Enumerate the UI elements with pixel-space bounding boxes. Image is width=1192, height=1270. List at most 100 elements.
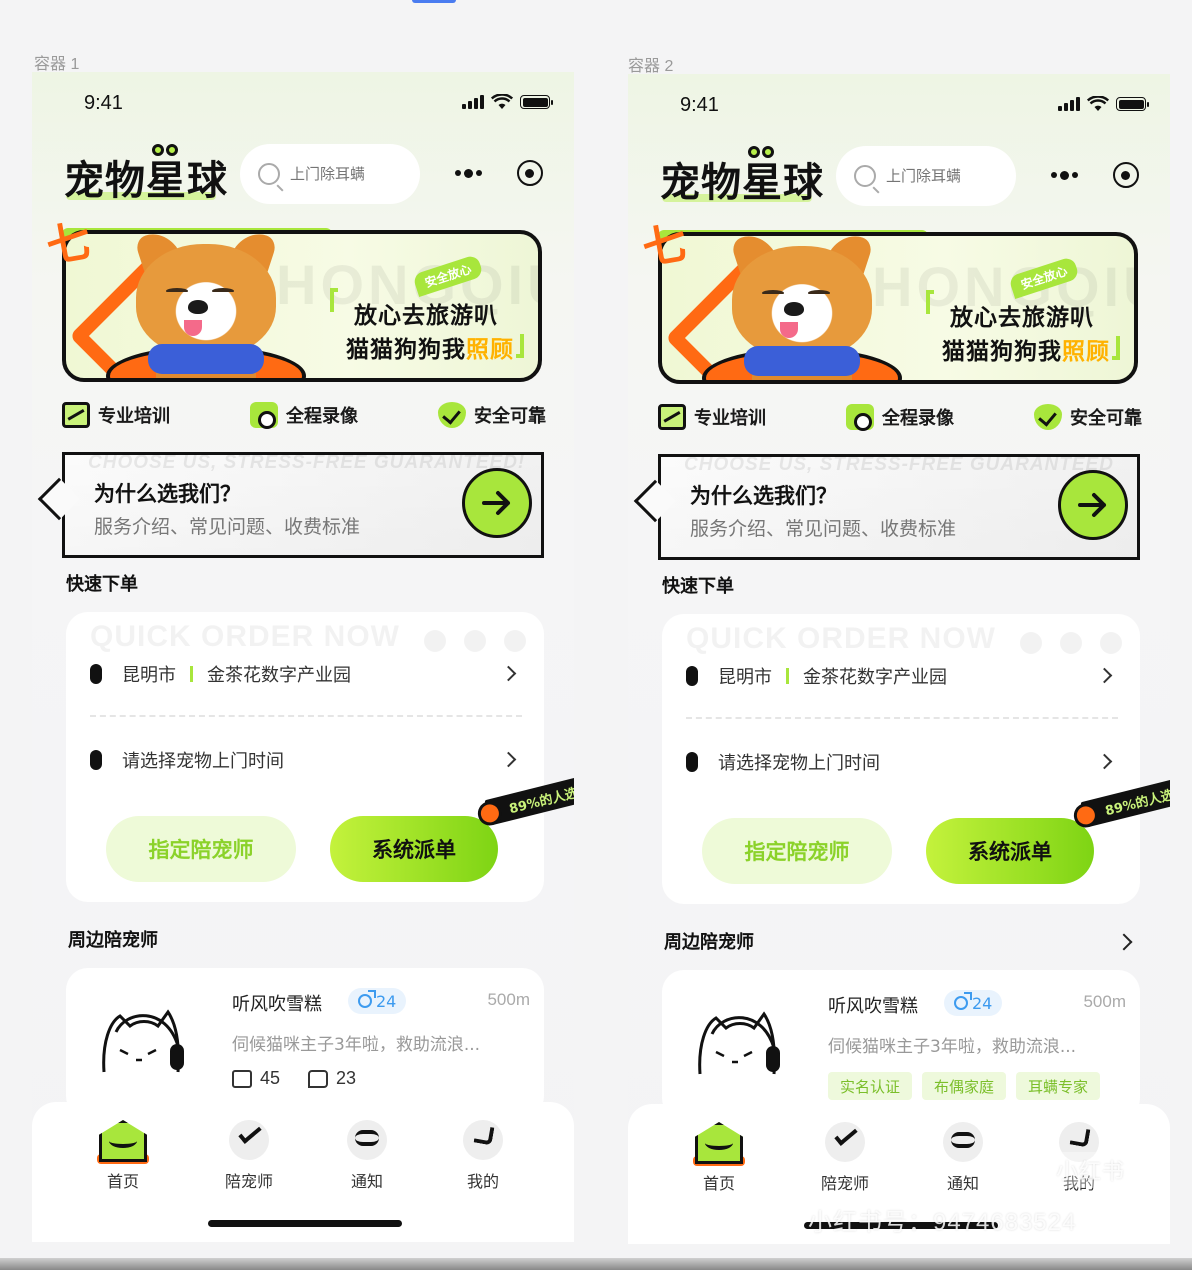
tab-home[interactable]: 首页 — [78, 1114, 168, 1192]
male-icon — [358, 990, 376, 1008]
system-dispatch-button[interactable]: 系统派单 — [330, 816, 498, 882]
address-row[interactable]: 昆明市 金茶花数字产业园 — [90, 654, 522, 694]
banner-card: HONGQIU 安全放心 放心去旅游叭 猫猫狗狗我照顾 — [658, 232, 1138, 384]
popular-choice-tag: 89%的人选择 — [484, 772, 574, 826]
promo-banner[interactable]: HONGQIU 安全放心 放心去旅游叭 猫猫狗狗我照顾 七 — [42, 208, 562, 388]
feature-training: 专业培训 — [62, 398, 170, 432]
chevron-right-icon — [500, 665, 517, 682]
signal-icon — [1058, 97, 1080, 111]
feature-recording: 全程录像 — [250, 398, 358, 432]
time-placeholder: 请选择宠物上门时间 — [122, 751, 284, 772]
feature-list: 专业培训 全程录像 安全可靠 — [62, 398, 546, 432]
tab-notify[interactable]: 通知 — [322, 1114, 412, 1192]
why-choose-us-card[interactable]: CHOOSE US, STRESS-FREE GUARANTEED! 为什么选我… — [37, 438, 554, 564]
assign-sitter-button[interactable]: 指定陪宠师 — [106, 816, 296, 882]
bracket-right — [516, 334, 524, 358]
tab-me[interactable]: 我的 — [438, 1114, 528, 1192]
dashed-divider — [686, 717, 1118, 719]
logo-eyes-icon — [748, 146, 774, 158]
bracket-right — [1112, 336, 1120, 360]
arrow-right-icon — [482, 491, 510, 515]
check-shield-icon — [1034, 404, 1062, 430]
why-title: 为什么选我们？ — [94, 482, 241, 506]
time-row[interactable]: 请选择宠物上门时间 — [686, 742, 1118, 782]
watermark-id: 小红书号：9474683524 — [808, 1209, 1077, 1236]
battery-icon — [520, 95, 553, 109]
shiba-dog-image — [126, 234, 286, 378]
sitter-name: 听风吹雪糕 — [828, 996, 918, 1017]
app-logo: 宠物星球 — [64, 158, 228, 204]
address-label: 金茶花数字产业园 — [803, 667, 947, 688]
more-icon[interactable] — [1051, 170, 1079, 180]
time-row[interactable]: 请选择宠物上门时间 — [90, 740, 522, 780]
sitter-name: 听风吹雪糕 — [232, 994, 322, 1015]
sitter-check-icon — [223, 1114, 275, 1162]
container-label-2: 容器 2 — [628, 58, 674, 75]
sitter-card[interactable]: 听风吹雪糕 24 500m 伺候猫咪主子3年啦，救助流浪... 45 23 — [66, 968, 544, 1118]
tab-sitter[interactable]: 陪宠师 — [204, 1114, 294, 1192]
status-icons — [1058, 96, 1149, 112]
order-dots — [1020, 632, 1122, 654]
training-icon — [658, 404, 686, 430]
quick-order-card: QUICK ORDER NOW 昆明市 金茶花数字产业园 请选择宠物上门时间 指… — [662, 614, 1170, 904]
search-icon — [854, 165, 876, 187]
wifi-icon — [1087, 96, 1109, 111]
order-dots — [424, 630, 526, 652]
why-subtitle: 服务介绍、常见问题、收费标准 — [690, 518, 957, 540]
gender-age-badge: 24 — [944, 990, 1003, 1016]
tag-ragdoll: 布偶家庭 — [922, 1072, 1007, 1100]
home-icon — [693, 1116, 745, 1166]
banner-headline-2: 猫猫狗狗我照顾 — [346, 337, 514, 363]
assign-sitter-button[interactable]: 指定陪宠师 — [702, 818, 892, 884]
tab-label: 陪宠师 — [820, 1174, 869, 1193]
address-label: 金茶花数字产业园 — [207, 665, 351, 686]
system-dispatch-button[interactable]: 系统派单 — [926, 818, 1094, 884]
quick-order-title: 快速下单 — [66, 570, 138, 604]
tab-label: 首页 — [702, 1174, 735, 1193]
close-target-icon[interactable] — [1112, 162, 1139, 188]
chevron-right-icon — [1096, 753, 1113, 770]
bracket-left — [926, 290, 934, 314]
phone-frame-1: 9:41 宠物星球 HONGQIU — [32, 72, 574, 1242]
promo-banner[interactable]: HONGQIU 安全放心 放心去旅游叭 猫猫狗狗我照顾 七 — [638, 210, 1158, 390]
feature-safe: 安全可靠 — [1034, 400, 1142, 434]
signal-icon — [462, 95, 484, 109]
sitter-stats: 45 23 — [232, 1068, 356, 1089]
app-logo: 宠物星球 — [660, 160, 824, 206]
search-input[interactable] — [290, 165, 400, 183]
cat-headphones-avatar-icon — [102, 1009, 184, 1073]
divider — [190, 666, 193, 682]
close-target-icon[interactable] — [516, 160, 543, 186]
search-input[interactable] — [886, 167, 996, 185]
container-label-1: 容器 1 — [34, 56, 80, 73]
arrow-right-button[interactable] — [462, 468, 532, 538]
more-icon[interactable] — [455, 168, 483, 178]
screen-bottom-edge — [0, 1258, 1192, 1270]
arrow-right-button[interactable] — [1058, 470, 1128, 540]
tab-label: 通知 — [350, 1172, 383, 1191]
search-bar[interactable] — [240, 144, 420, 204]
gender-age-badge: 24 — [348, 988, 407, 1014]
tab-home[interactable]: 首页 — [674, 1116, 764, 1194]
camera-icon — [250, 402, 278, 429]
battery-icon — [1116, 97, 1149, 111]
app-header: 宠物星球 — [628, 142, 1170, 212]
tab-notify[interactable]: 通知 — [918, 1116, 1008, 1194]
search-bar[interactable] — [836, 146, 1016, 206]
address-row[interactable]: 昆明市 金茶花数字产业园 — [686, 656, 1118, 696]
sitter-check-icon — [819, 1116, 871, 1164]
why-choose-us-card[interactable]: CHOOSE US, STRESS-FREE GUARANTEED 为什么选我们… — [633, 440, 1150, 566]
status-bar: 9:41 — [628, 74, 1170, 134]
banner-headline-2: 猫猫狗狗我照顾 — [942, 339, 1110, 365]
tab-sitter[interactable]: 陪宠师 — [800, 1116, 890, 1194]
dashed-divider — [90, 715, 522, 717]
divider — [786, 668, 789, 684]
comments-count: 23 — [336, 1068, 357, 1088]
tab-label: 我的 — [466, 1172, 499, 1191]
comment-icon — [308, 1069, 329, 1088]
see-all-chevron-icon[interactable] — [1115, 933, 1133, 951]
sitter-card[interactable]: 听风吹雪糕 24 500m 伺候猫咪主子3年啦，救助流浪... 实名认证 布偶家… — [662, 970, 1140, 1120]
tab-label: 通知 — [946, 1174, 979, 1193]
top-scroll-indicator — [412, 0, 456, 3]
quick-order-title: 快速下单 — [662, 572, 734, 606]
